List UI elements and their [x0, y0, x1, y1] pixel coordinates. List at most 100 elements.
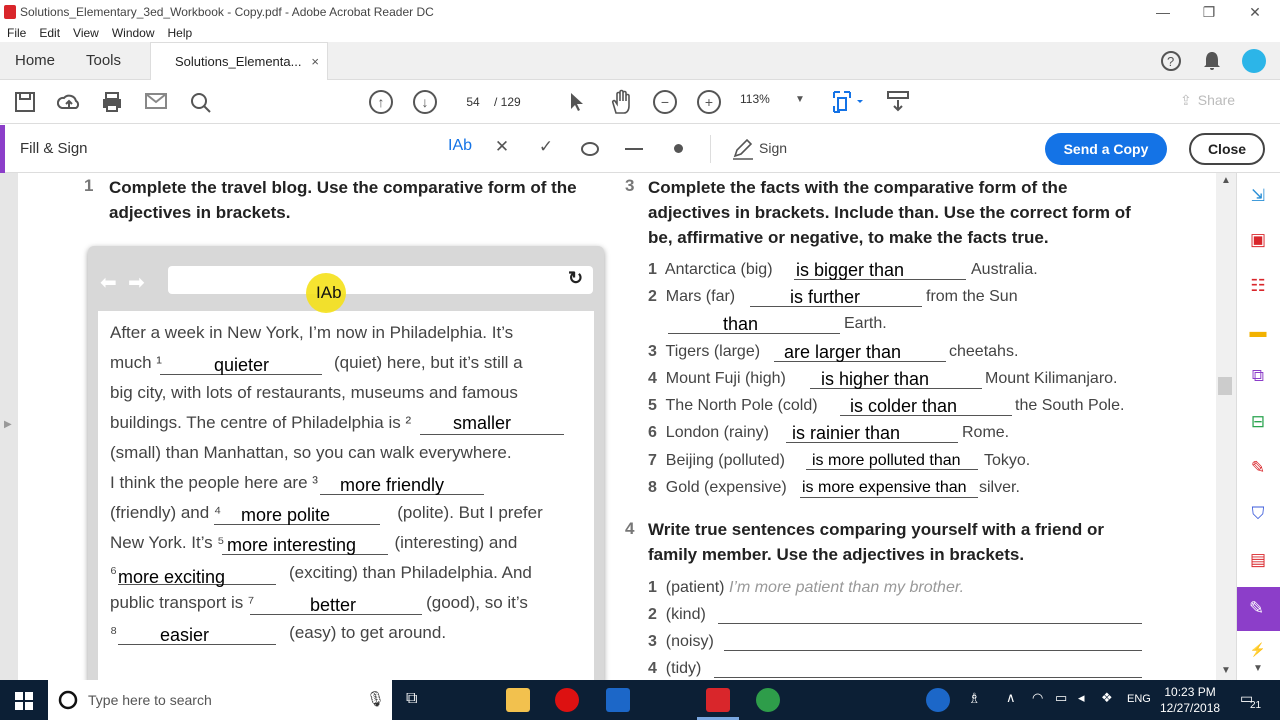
more-tools-expand-icon[interactable]: ⚡: [1247, 639, 1269, 661]
ex4-answer-line[interactable]: [714, 677, 1142, 678]
cross-mark-icon[interactable]: ✕: [490, 137, 514, 157]
ex1-answer-8[interactable]: easier: [160, 625, 209, 646]
document-viewport[interactable]: ▶ 1 Complete the travel blog. Use the co…: [0, 173, 1236, 680]
ex1-answer-4[interactable]: more polite: [241, 505, 330, 526]
ex3-answer-3[interactable]: are larger than: [784, 342, 901, 363]
combine-files-icon[interactable]: ⧉: [1247, 365, 1269, 387]
hand-tool-icon[interactable]: [610, 89, 632, 115]
sign-label[interactable]: Sign: [759, 140, 787, 156]
previous-page-icon[interactable]: ↑: [369, 90, 393, 114]
protect-shield-icon[interactable]: ⛉: [1247, 503, 1269, 525]
add-text-tool[interactable]: IAb: [446, 137, 474, 155]
menu-edit[interactable]: Edit: [39, 26, 60, 40]
compare-files-icon[interactable]: ⊟: [1247, 411, 1269, 433]
taskbar-search-box[interactable]: Type here to search 🎙: [48, 680, 392, 720]
user-avatar[interactable]: [1242, 49, 1266, 73]
ellipse-icon[interactable]: [580, 141, 600, 157]
export-pdf-icon[interactable]: ⇲: [1247, 185, 1269, 207]
ex1-answer-1[interactable]: quieter: [214, 355, 269, 376]
volume-icon[interactable]: ◂: [1078, 690, 1085, 706]
line-icon[interactable]: [625, 148, 643, 150]
share-button[interactable]: ⇪ Share: [1180, 92, 1235, 109]
people-icon[interactable]: ♗: [968, 690, 981, 707]
print-icon[interactable]: [101, 91, 123, 113]
scroll-down-icon[interactable]: ▼: [1221, 665, 1231, 676]
minimize-button[interactable]: —: [1148, 2, 1178, 22]
windows-start-icon[interactable]: [15, 692, 33, 710]
tray-expand-icon[interactable]: ∧: [1006, 690, 1016, 706]
fill-sign-active-tool[interactable]: ✎: [1237, 587, 1280, 631]
organize-pages-icon[interactable]: ☷: [1247, 275, 1269, 297]
panel-collapse-icon[interactable]: ▼: [1253, 663, 1263, 674]
tab-tools[interactable]: Tools: [86, 42, 121, 80]
file-explorer-icon[interactable]: [506, 688, 530, 712]
menu-help[interactable]: Help: [168, 26, 193, 40]
ex1-answer-6[interactable]: more exciting: [118, 567, 225, 588]
zoom-level[interactable]: 113%: [740, 92, 770, 106]
export-icon[interactable]: ▤: [1247, 549, 1269, 571]
ex1-answer-5[interactable]: more interesting: [227, 535, 356, 556]
acrobat-taskbar-icon[interactable]: [706, 688, 730, 712]
ex3-answer-2b[interactable]: than: [723, 314, 758, 335]
restore-button[interactable]: ❐: [1194, 2, 1224, 22]
send-a-copy-button[interactable]: Send a Copy: [1045, 133, 1167, 165]
dot-icon[interactable]: [674, 144, 683, 153]
email-icon[interactable]: [145, 92, 167, 110]
more-tools-icon[interactable]: [886, 90, 910, 114]
security-app-icon[interactable]: [606, 688, 630, 712]
tab-document[interactable]: Solutions_Elementa... ×: [150, 42, 328, 81]
ex3-heading-line: be, affirmative or negative, to make the…: [648, 228, 1049, 247]
next-page-icon[interactable]: ↓: [413, 90, 437, 114]
zoom-out-icon[interactable]: −: [653, 90, 677, 114]
ex4-answer-line[interactable]: [724, 650, 1142, 651]
upload-cloud-icon[interactable]: [57, 91, 81, 113]
chrome-browser-icon[interactable]: [756, 688, 780, 712]
scroll-up-icon[interactable]: ▲: [1221, 175, 1231, 186]
ex1-answer-3[interactable]: more friendly: [340, 475, 444, 496]
edit-pdf-icon[interactable]: ✎: [1247, 457, 1269, 479]
ex3-answer-8[interactable]: is more expensive than: [802, 479, 967, 497]
menu-window[interactable]: Window: [112, 26, 155, 40]
help-tray-icon[interactable]: [926, 688, 950, 712]
scroll-thumb[interactable]: [1218, 377, 1232, 395]
battery-icon[interactable]: ▭: [1055, 690, 1067, 706]
ex3-answer-1[interactable]: is bigger than: [796, 260, 904, 281]
notification-bell-icon[interactable]: [1202, 50, 1222, 72]
dropbox-icon[interactable]: ❖: [1101, 690, 1113, 706]
ex3-answer-5[interactable]: is colder than: [850, 396, 957, 417]
ex3-answer-4[interactable]: is higher than: [821, 369, 929, 390]
ex4-answer-line[interactable]: [718, 623, 1142, 624]
page-number-input[interactable]: 54: [456, 92, 490, 112]
ex3-answer-2[interactable]: is further: [790, 287, 860, 308]
page-display-icon[interactable]: [832, 90, 864, 114]
menu-view[interactable]: View: [73, 26, 99, 40]
task-view-icon[interactable]: ⧉: [406, 690, 417, 708]
comment-icon[interactable]: ▬: [1247, 321, 1269, 343]
select-cursor-icon[interactable]: [568, 91, 586, 113]
taskbar-clock[interactable]: 10:23 PM 12/27/2018: [1160, 684, 1220, 716]
microphone-icon[interactable]: 🎙: [366, 690, 385, 708]
sign-pen-icon[interactable]: [731, 138, 755, 160]
check-mark-icon[interactable]: ✓: [534, 137, 558, 157]
save-icon[interactable]: [14, 91, 36, 113]
zoom-in-icon[interactable]: +: [697, 90, 721, 114]
vertical-scrollbar[interactable]: ▲ ▼: [1216, 173, 1236, 680]
opera-browser-icon[interactable]: [555, 688, 579, 712]
ex3-answer-6[interactable]: is rainier than: [792, 423, 900, 444]
tab-close-icon[interactable]: ×: [311, 43, 319, 81]
create-pdf-icon[interactable]: ▣: [1247, 229, 1269, 251]
tab-home[interactable]: Home: [15, 42, 55, 80]
close-window-button[interactable]: ✕: [1240, 2, 1270, 22]
menu-file[interactable]: File: [7, 26, 26, 40]
ex1-answer-7[interactable]: better: [310, 595, 356, 616]
left-panel-toggle-icon[interactable]: ▶: [4, 419, 12, 430]
ex3-answer-7[interactable]: is more polluted than: [812, 452, 961, 470]
input-language[interactable]: ENG: [1127, 693, 1151, 705]
wifi-icon[interactable]: ◠: [1032, 690, 1043, 706]
pdf-page[interactable]: 1 Complete the travel blog. Use the comp…: [18, 173, 1233, 680]
help-icon[interactable]: ?: [1160, 50, 1182, 72]
ex1-answer-2[interactable]: smaller: [453, 413, 511, 434]
close-fill-sign-button[interactable]: Close: [1189, 133, 1265, 165]
zoom-search-icon[interactable]: [189, 91, 213, 115]
zoom-dropdown-icon[interactable]: ▼: [795, 94, 805, 105]
